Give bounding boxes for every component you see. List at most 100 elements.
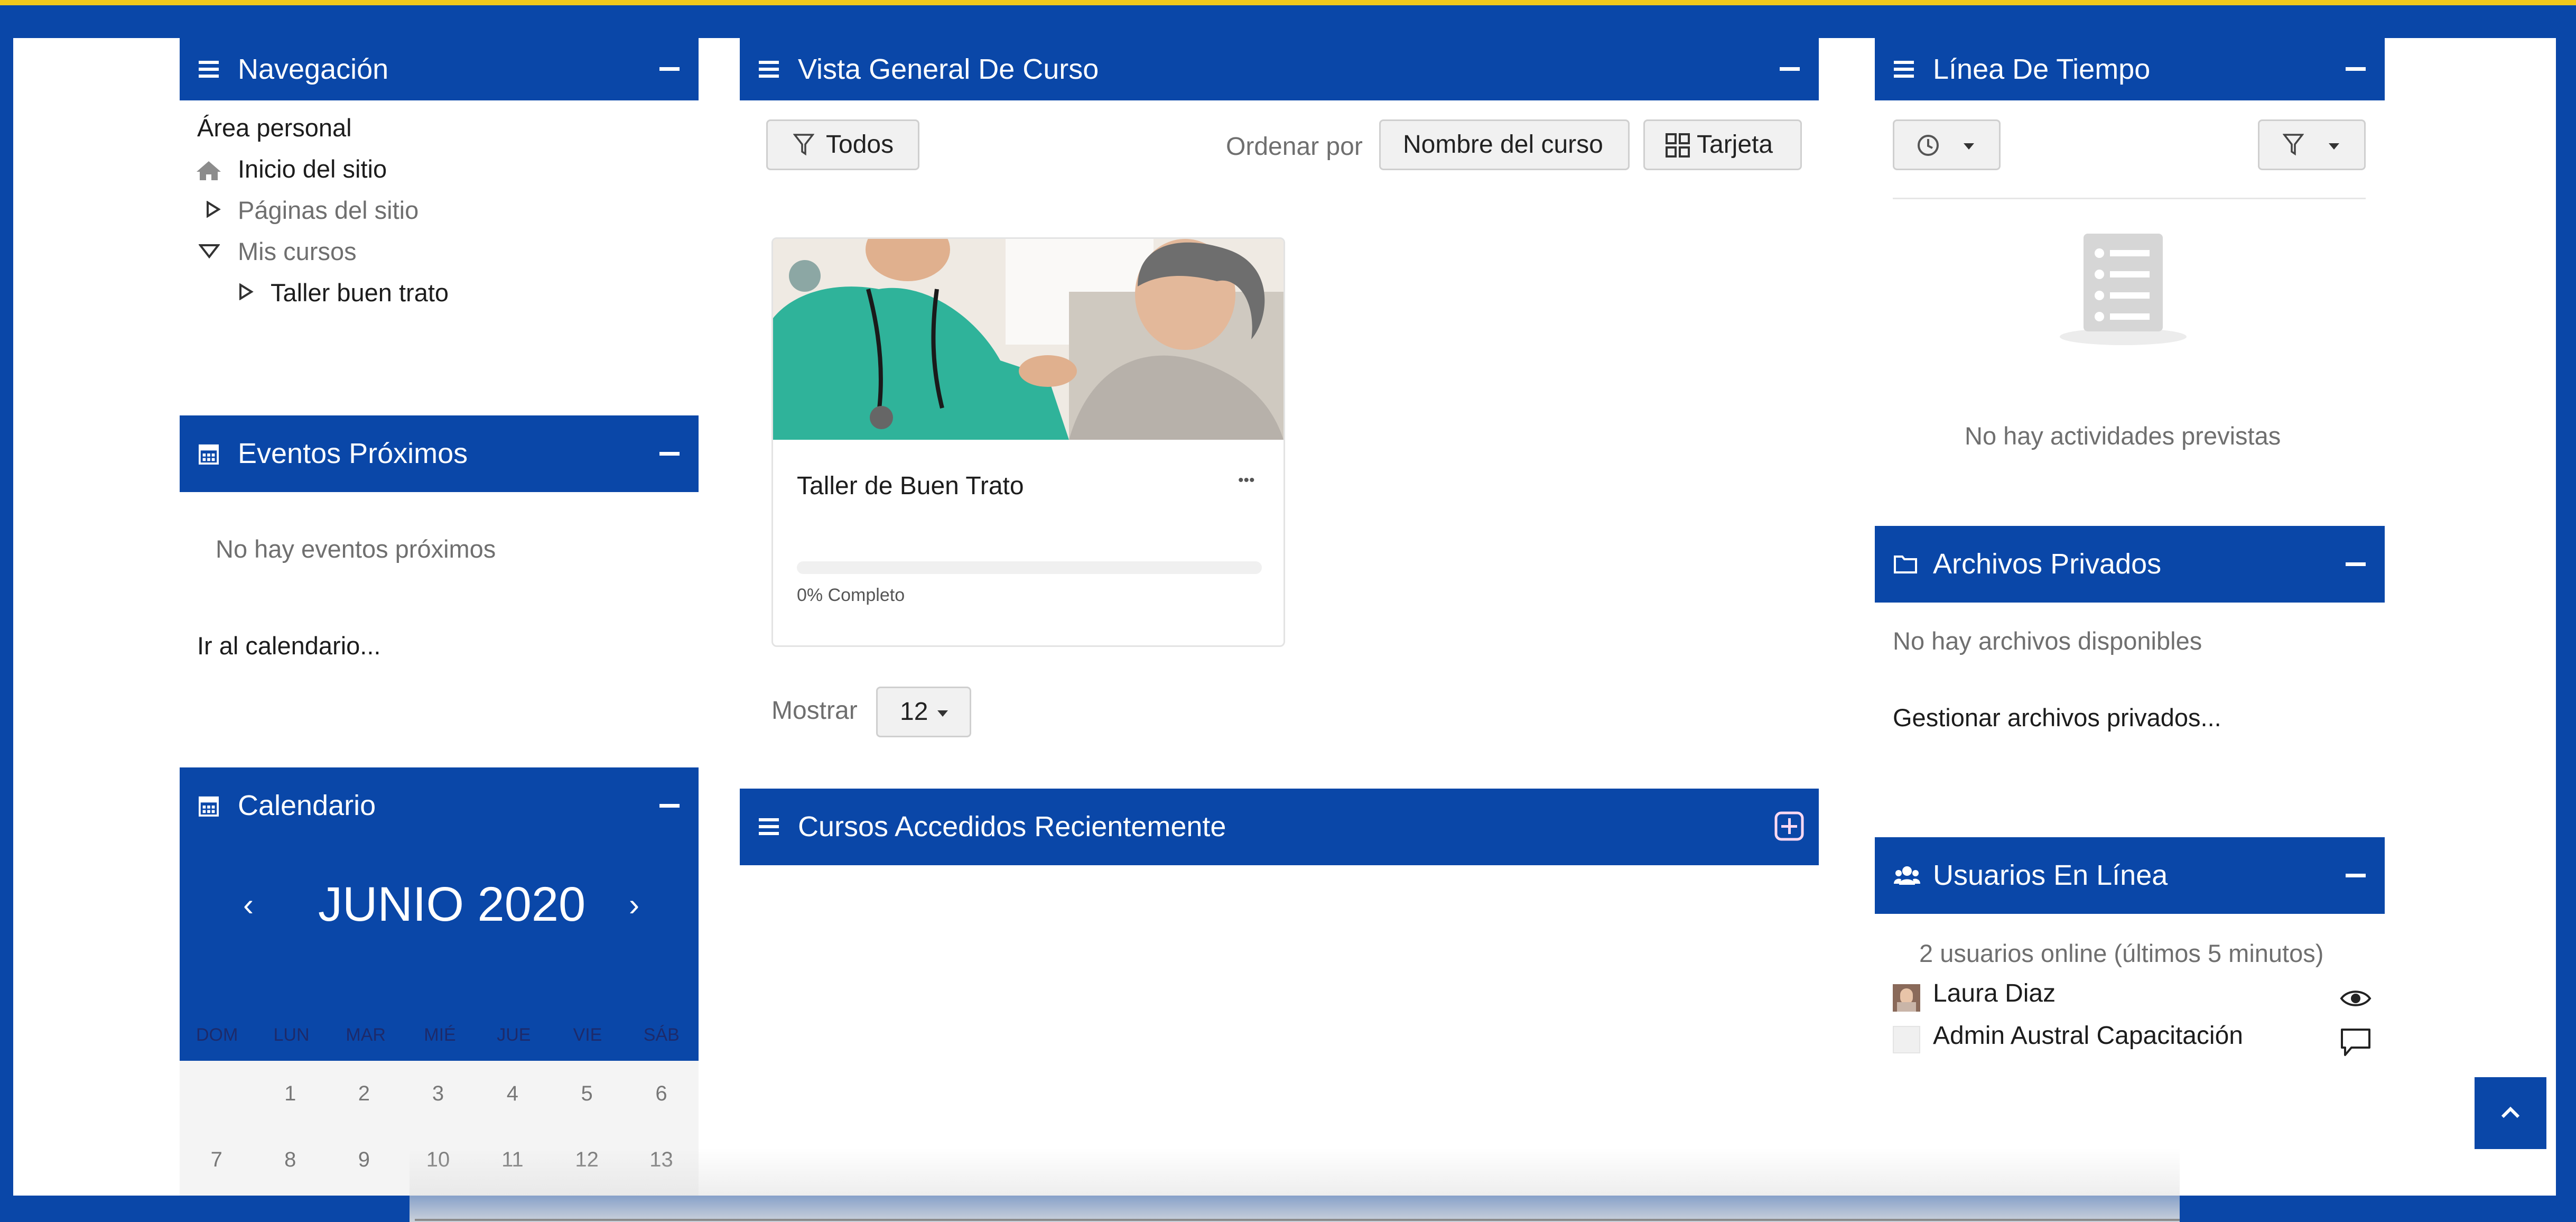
calendar-icon [199,796,219,817]
timeline-filter-dropdown[interactable] [2258,119,2366,170]
page-content: Navegación Área personal Inicio del siti… [13,38,2556,1222]
show-count-dropdown[interactable]: 12 [876,687,971,737]
bottom-scroll-line [415,1219,2180,1221]
prev-month-button[interactable]: ‹ [243,886,254,923]
weekday-label: DOM [196,1024,238,1045]
nav-item-area-personal[interactable]: Área personal [197,113,352,142]
timeline-header: Línea De Tiempo [1875,38,2385,100]
course-name[interactable]: Taller de Buen Trato [797,471,1024,501]
course-menu-icon[interactable]: ••• [1238,471,1255,489]
weekday-label: MIÉ [424,1024,456,1045]
course-overview-header: Vista General De Curso [740,38,1819,100]
nav-item-mis-cursos[interactable]: Mis cursos [238,237,357,266]
triangle-down-icon [199,244,220,259]
filter-icon [793,134,814,156]
message-icon[interactable] [2340,1027,2372,1057]
expand-icon[interactable] [1774,811,1804,841]
avatar [1893,1026,1920,1053]
triangle-right-icon [239,283,254,300]
nav-item-paginas-del-sitio[interactable]: Páginas del sitio [238,196,419,225]
calendar-day[interactable]: 3 [401,1061,476,1127]
calendar-title: Calendario [238,790,376,821]
home-icon [197,161,221,180]
nav-item-taller-buen-trato[interactable]: Taller buen trato [271,278,449,307]
manage-private-files-link[interactable]: Gestionar archivos privados... [1893,703,2221,732]
collapse-icon[interactable] [659,67,680,71]
private-files-header: Archivos Privados [1875,526,2385,603]
show-label: Mostrar [771,697,858,725]
online-user-name[interactable]: Laura Diaz [1933,979,2056,1008]
collapse-icon[interactable] [1780,67,1800,71]
calendar-day[interactable]: 5 [550,1061,624,1127]
online-users-summary: 2 usuarios online (últimos 5 minutos) [1919,939,2324,967]
no-events-text: No hay eventos próximos [216,535,496,563]
calendar-icon [199,444,219,465]
calendar-header: Calendario [180,767,699,844]
scroll-to-top-button[interactable] [2475,1077,2546,1149]
collapse-icon[interactable] [659,804,680,808]
collapse-icon[interactable] [659,452,680,456]
show-count-value: 12 [900,698,928,726]
calendar-block: Calendario ‹ JUNIO 2020 › DOM LUN MAR MI… [180,767,699,1196]
upcoming-events-block: Eventos Próximos No hay eventos próximos… [180,415,699,711]
upcoming-events-title: Eventos Próximos [238,438,468,469]
view-label: Tarjeta [1697,131,1773,159]
view-dropdown[interactable]: Tarjeta [1643,119,1802,170]
caret-down-icon [2329,143,2339,150]
sort-label: Ordenar por [1226,133,1363,161]
collapse-icon[interactable] [2346,874,2366,877]
timeline-date-dropdown[interactable] [1893,119,2001,170]
users-icon [1894,866,1920,885]
timeline-title: Línea De Tiempo [1933,53,2151,85]
navigation-header: Navegación [180,38,699,100]
eye-icon[interactable] [2340,988,2372,1009]
calendar-day [180,1061,254,1127]
go-to-calendar-link[interactable]: Ir al calendario... [197,631,380,660]
course-image [773,239,1284,440]
online-user-name[interactable]: Admin Austral Capacitación [1933,1021,2243,1050]
no-files-text: No hay archivos disponibles [1893,627,2202,655]
calendar-day[interactable]: 6 [624,1061,699,1127]
menu-icon [759,61,779,78]
triangle-right-icon [207,201,221,218]
collapse-icon[interactable] [2346,562,2366,566]
calendar-day[interactable]: 2 [327,1061,401,1127]
sort-dropdown[interactable]: Nombre del curso [1379,119,1630,170]
weekday-label: SÁB [643,1024,680,1045]
weekday-label: LUN [273,1024,310,1045]
chevron-up-icon [2501,1106,2520,1118]
private-files-block: Archivos Privados No hay archivos dispon… [1875,526,2385,790]
weekday-label: MAR [346,1024,386,1045]
timeline-block: Línea De Tiempo No hay actividades previ… [1875,38,2385,471]
filter-icon [2283,134,2304,156]
course-card[interactable]: Taller de Buen Trato ••• 0% Completo [771,237,1285,647]
caret-down-icon [937,710,948,717]
progress-bar [797,561,1262,574]
calendar-week: 1 2 3 4 5 6 [180,1061,699,1127]
folder-icon [1894,556,1917,573]
calendar-day[interactable]: 4 [475,1061,550,1127]
navigation-block: Navegación Área personal Inicio del siti… [180,38,699,334]
calendar-day[interactable]: 1 [254,1061,328,1127]
filter-dropdown[interactable]: Todos [766,119,919,170]
online-users-block: Usuarios En Línea 2 usuarios online (últ… [1875,837,2385,1101]
menu-icon [199,61,219,78]
progress-label: 0% Completo [797,585,905,605]
collapse-icon[interactable] [2346,67,2366,71]
bottom-fade [410,1148,2180,1222]
top-accent-stripe [0,0,2576,5]
menu-icon [1894,61,1914,78]
weekday-label: JUE [497,1024,531,1045]
private-files-title: Archivos Privados [1933,548,2162,580]
weekday-label: VIE [573,1024,602,1045]
calendar-weekday-row: DOM LUN MAR MIÉ JUE VIE SÁB [180,1019,699,1051]
calendar-day[interactable]: 9 [327,1127,401,1193]
next-month-button[interactable]: › [629,886,639,923]
calendar-day[interactable]: 7 [180,1127,254,1193]
calendar-month-title: JUNIO 2020 [318,877,586,931]
calendar-month-band: ‹ JUNIO 2020 › DOM LUN MAR MIÉ JUE VIE S… [180,844,699,1061]
calendar-day[interactable]: 8 [254,1127,328,1193]
menu-icon [759,818,779,835]
upcoming-events-header: Eventos Próximos [180,415,699,492]
nav-item-inicio-del-sitio[interactable]: Inicio del sitio [238,154,387,183]
